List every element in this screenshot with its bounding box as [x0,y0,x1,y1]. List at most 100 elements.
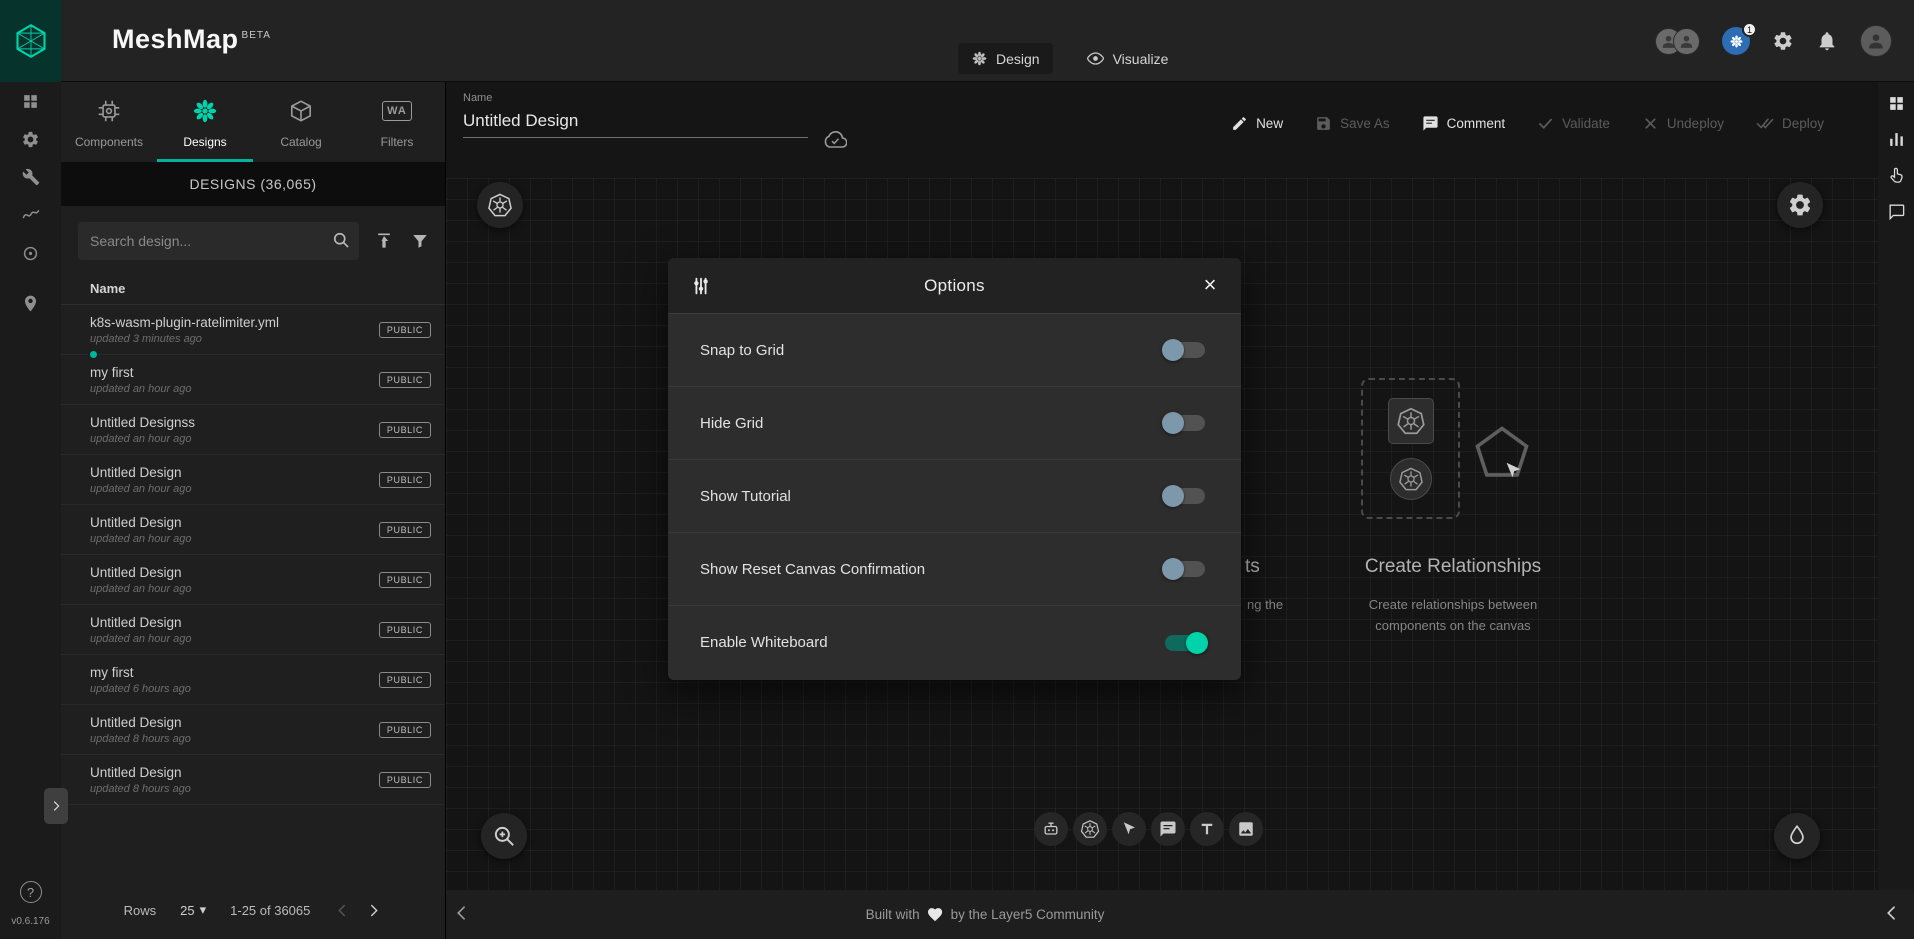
dock-interact-button[interactable] [1887,166,1906,185]
close-modal-button[interactable]: × [1197,272,1223,298]
import-design-button[interactable] [374,231,394,251]
rail-environment-button[interactable] [0,284,61,322]
design-toolbar: Name New Save As Comment Validate Undepl… [446,82,1878,178]
footer-bar: Built with by the Layer5 Community [446,890,1914,939]
tool-app-button[interactable] [1034,812,1068,846]
zoom-button[interactable] [481,813,527,859]
design-list-item[interactable]: my first updated 6 hours ago PUBLIC [61,655,445,705]
search-design-input[interactable] [78,222,359,260]
canvas-kubernetes-button[interactable] [477,182,523,228]
rail-performance-button[interactable] [0,196,61,234]
option-row: Show Reset Canvas Confirmation [668,533,1241,606]
collapse-panel-button[interactable] [452,903,472,923]
design-list-item[interactable]: Untitled Design updated an hour ago PUBL… [61,605,445,655]
rail-settings-button[interactable] [0,120,61,158]
next-page-button[interactable] [365,902,382,919]
collapse-dock-button[interactable] [1882,903,1902,923]
tool-media-button[interactable] [1229,812,1263,846]
cycle-icon [21,244,40,263]
design-list-item[interactable]: my first updated an hour ago PUBLIC [61,355,445,405]
options-modal: Options × Snap to Grid Hide Grid Show Tu… [668,258,1241,680]
options-modal-title: Options [668,276,1241,296]
onboarding-drop-zone [1361,378,1460,519]
comment-button[interactable]: Comment [1422,115,1506,132]
search-icon[interactable] [331,230,351,250]
cloud-sync-icon [823,128,847,152]
toggle-switch[interactable] [1165,415,1205,431]
rail-expand-handle[interactable] [44,788,68,824]
toggle-switch[interactable] [1165,488,1205,504]
design-list-item[interactable]: k8s-wasm-plugin-ratelimiter.yml updated … [61,305,445,355]
visibility-badge: PUBLIC [379,322,431,338]
design-list-item[interactable]: Untitled Design updated 8 hours ago PUBL… [61,705,445,755]
toggle-switch[interactable] [1165,561,1205,577]
settings-button[interactable] [1772,30,1794,52]
option-row: Enable Whiteboard [668,606,1241,679]
undeploy-button[interactable]: Undeploy [1642,115,1724,132]
dock-chat-button[interactable] [1887,202,1906,221]
tool-text-button[interactable] [1190,812,1224,846]
canvas-options-button[interactable] [1777,182,1823,228]
help-button[interactable]: ? [20,881,42,903]
design-mode-button[interactable]: Design [958,43,1053,74]
map-pin-icon [21,294,40,313]
validate-button[interactable]: Validate [1537,115,1610,132]
annotation-tool-button[interactable] [1774,813,1820,859]
tab-designs[interactable]: Designs [157,82,253,162]
rail-lifecycle-button[interactable] [0,234,61,272]
option-row: Show Tutorial [668,460,1241,533]
tool-select-button[interactable] [1112,812,1146,846]
meshery-logo-button[interactable] [0,0,61,82]
dock-dashboard-button[interactable] [1887,94,1906,113]
rows-label: Rows [124,903,157,918]
caret-down-icon: ▾ [200,902,207,918]
panel-tabs: Components Designs Catalog WA Filters [61,82,445,162]
rail-dashboard-button[interactable] [0,82,61,120]
design-list-item[interactable]: Untitled Design updated an hour ago PUBL… [61,505,445,555]
rows-per-page-select[interactable]: 25 ▾ [180,902,206,918]
design-list-item[interactable]: Untitled Design updated 8 hours ago PUBL… [61,755,445,805]
toggle-switch[interactable] [1165,342,1205,358]
design-name-input[interactable] [463,104,808,138]
tab-components[interactable]: Components [61,82,157,162]
kanvas-app-icon [1729,34,1744,49]
collaborator-avatars[interactable] [1655,28,1700,55]
toggle-knob [1162,558,1184,580]
notifications-button[interactable] [1816,30,1838,52]
user-avatar[interactable] [1860,25,1892,57]
visualize-mode-button[interactable]: Visualize [1073,42,1182,75]
save-as-button[interactable]: Save As [1315,115,1390,132]
design-list: k8s-wasm-plugin-ratelimiter.yml updated … [61,305,445,805]
deploy-button[interactable]: Deploy [1756,114,1824,132]
save-icon [1315,115,1332,132]
dock-metrics-button[interactable] [1887,130,1906,149]
app-switcher-button[interactable]: 1 [1722,27,1750,55]
tab-label: Designs [183,135,226,149]
toggle-knob [1186,632,1208,654]
visibility-badge: PUBLIC [379,422,431,438]
design-name-label: Name [463,92,808,104]
rail-toolbox-button[interactable] [0,158,61,196]
tool-comment-button[interactable] [1151,812,1185,846]
design-list-item[interactable]: Untitled Designss updated an hour ago PU… [61,405,445,455]
design-list-item[interactable]: Untitled Design updated an hour ago PUBL… [61,455,445,505]
collaborator-avatar[interactable] [1673,28,1700,55]
design-list-item[interactable]: Untitled Design updated an hour ago PUBL… [61,555,445,605]
design-mode-label: Design [996,51,1040,67]
tab-catalog[interactable]: Catalog [253,82,349,162]
chevron-left-icon [334,902,351,919]
tab-filters[interactable]: WA Filters [349,82,445,162]
new-design-button[interactable]: New [1231,115,1283,132]
chevron-left-icon [1882,903,1902,923]
help-icon: ? [27,885,34,900]
visibility-badge: PUBLIC [379,372,431,388]
bell-icon [1816,30,1838,52]
image-icon [1237,820,1255,838]
toggle-switch[interactable] [1165,635,1205,651]
double-check-icon [1756,114,1774,132]
visibility-badge: PUBLIC [379,772,431,788]
tool-kubernetes-button[interactable] [1073,812,1107,846]
comment-icon [1159,820,1177,838]
previous-page-button[interactable] [334,902,351,919]
filter-list-button[interactable] [411,232,429,250]
